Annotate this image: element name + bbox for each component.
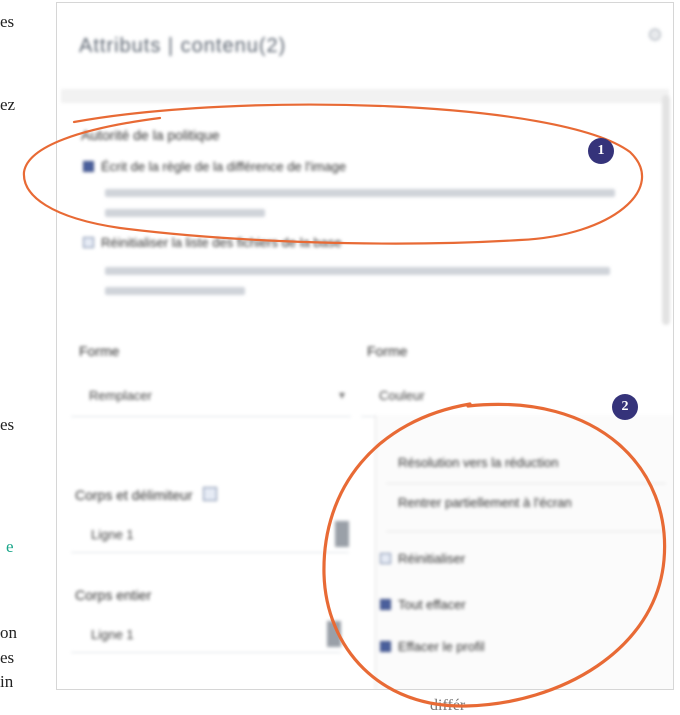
annotation-overlay bbox=[22, 103, 667, 708]
annotation-ellipse-1 bbox=[22, 103, 644, 245]
annotation-badge-2: 2 bbox=[612, 394, 638, 420]
annotation-badge-1: 1 bbox=[588, 138, 614, 164]
annotation-ellipse-2 bbox=[322, 402, 667, 708]
